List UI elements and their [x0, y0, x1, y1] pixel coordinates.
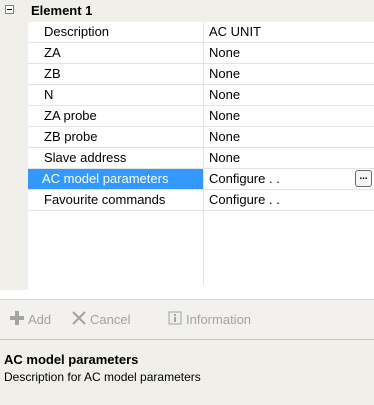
- property-row-zb[interactable]: ZB None: [28, 64, 374, 85]
- property-name: ZB probe: [44, 129, 98, 144]
- property-row-n[interactable]: N None: [28, 85, 374, 106]
- toolbar: Add Cancel Information: [0, 299, 374, 339]
- property-value[interactable]: AC UNIT: [206, 22, 374, 42]
- property-row-za[interactable]: ZA None: [28, 43, 374, 64]
- ellipsis-button[interactable]: ...: [355, 170, 372, 187]
- x-icon: [72, 310, 86, 331]
- property-row-zb-probe[interactable]: ZB probe None: [28, 127, 374, 148]
- property-row-ac-model-parameters[interactable]: AC model parameters Configure . . ...: [28, 169, 374, 190]
- property-value[interactable]: None: [206, 85, 374, 105]
- category-title: Element 1: [31, 3, 93, 18]
- property-name: N: [44, 87, 54, 102]
- information-label: Information: [186, 312, 252, 327]
- property-grid: Element 1 Description AC UNIT ZA None ZB…: [0, 0, 374, 290]
- property-value[interactable]: Configure . .: [206, 169, 374, 189]
- property-value[interactable]: None: [206, 148, 374, 168]
- collapse-icon[interactable]: [5, 5, 14, 14]
- property-name: ZB: [44, 66, 61, 81]
- cancel-button[interactable]: Cancel: [72, 310, 130, 330]
- property-name: AC model parameters: [28, 169, 203, 189]
- property-name: Favourite commands: [44, 192, 166, 207]
- property-row-description[interactable]: Description AC UNIT: [28, 22, 374, 43]
- category-row[interactable]: Element 1: [0, 0, 374, 22]
- help-description: Description for AC model parameters: [4, 370, 201, 384]
- property-value[interactable]: None: [206, 64, 374, 84]
- information-icon: [168, 311, 182, 331]
- property-value[interactable]: Configure . .: [206, 190, 374, 210]
- property-name: Description: [44, 24, 110, 39]
- property-name: ZA probe: [44, 108, 97, 123]
- property-value[interactable]: None: [206, 127, 374, 147]
- property-name: ZA: [44, 45, 61, 60]
- grid-gutter: [0, 0, 28, 290]
- plus-icon: [10, 310, 24, 331]
- property-row-za-probe[interactable]: ZA probe None: [28, 106, 374, 127]
- property-value[interactable]: None: [206, 106, 374, 126]
- information-button[interactable]: Information: [168, 310, 251, 330]
- property-row-favourite-commands[interactable]: Favourite commands Configure . .: [28, 190, 374, 211]
- cancel-label: Cancel: [90, 312, 131, 327]
- property-value[interactable]: None: [206, 43, 374, 63]
- property-row-slave-address[interactable]: Slave address None: [28, 148, 374, 169]
- add-button[interactable]: Add: [10, 310, 51, 330]
- help-title: AC model parameters: [4, 352, 139, 367]
- add-label: Add: [28, 312, 52, 327]
- help-panel: AC model parameters Description for AC m…: [0, 339, 374, 405]
- property-name: Slave address: [44, 150, 127, 165]
